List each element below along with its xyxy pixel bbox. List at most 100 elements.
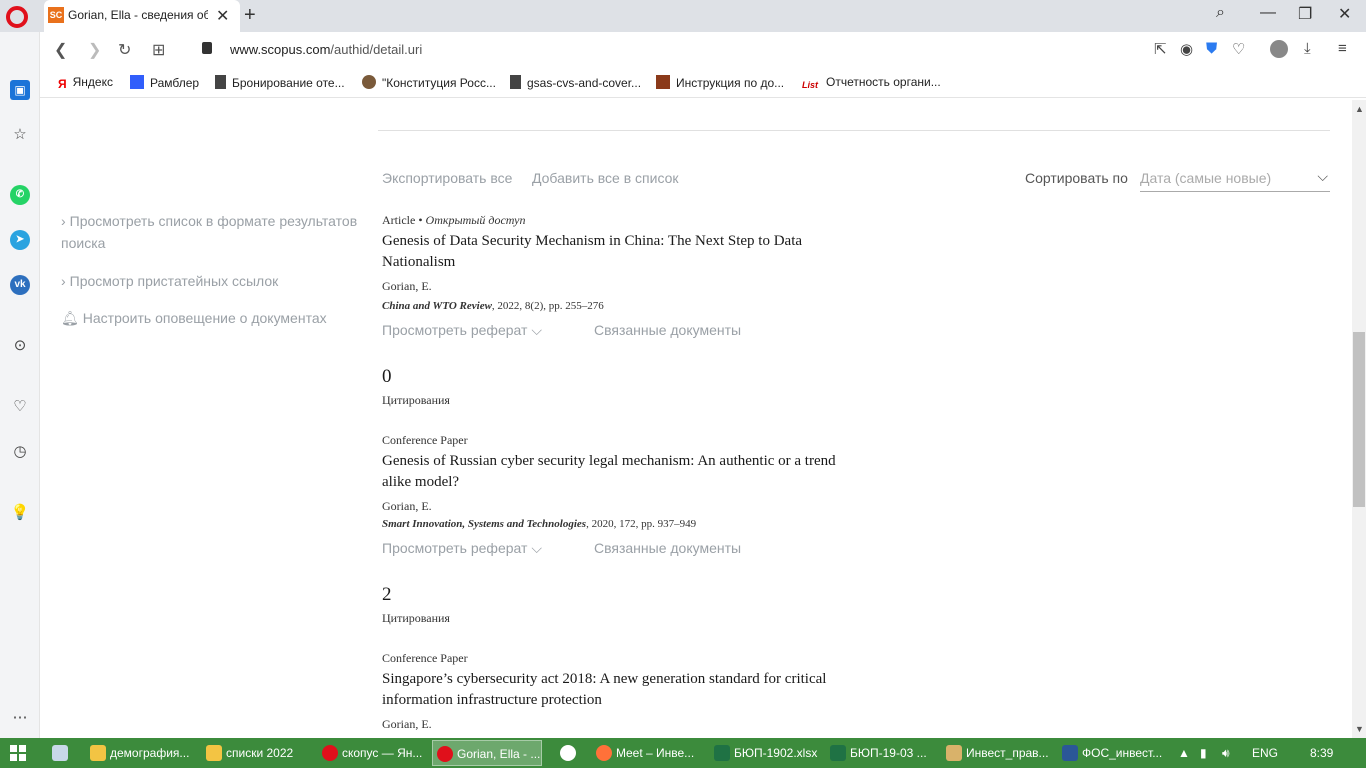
menu-icon[interactable]: ≡ <box>1338 40 1347 57</box>
url-field[interactable]: www.scopus.com/authid/detail.uri <box>230 42 422 57</box>
whatsapp-icon[interactable]: ✆ <box>10 185 30 205</box>
chevron-down-icon: ⌵ <box>1317 168 1328 184</box>
view-abstract-label: Просмотреть реферат <box>382 322 528 338</box>
chevron-down-icon: ⌵ <box>531 322 542 338</box>
page-scrollbar[interactable]: ▲ ▼ <box>1352 100 1366 738</box>
lock-icon[interactable] <box>202 42 212 54</box>
history-clock-icon[interactable]: ◷ <box>10 442 30 462</box>
taskbar-item[interactable]: Инвест_прав... <box>942 740 1050 766</box>
doc-title[interactable]: Genesis of Data Security Mechanism in Ch… <box>382 231 842 273</box>
battery-icon[interactable]: ▮ <box>1200 746 1207 760</box>
listorg-icon: List <box>802 80 819 90</box>
doc-title[interactable]: Genesis of Russian cyber security legal … <box>382 451 842 493</box>
related-documents-link[interactable]: Связанные документы <box>594 322 741 338</box>
taskbar-item[interactable]: скопус — Ян... <box>318 740 424 766</box>
reload-button[interactable]: ↻ <box>118 40 131 60</box>
opera-menu-icon[interactable] <box>6 6 28 28</box>
search-tabs-icon[interactable]: ⌕ <box>1216 4 1225 22</box>
bookmark-gsas[interactable]: gsas-cvs-and-cover... <box>510 75 641 90</box>
workspace-icon[interactable]: ▣ <box>10 80 30 100</box>
url-domain: www.scopus.com <box>230 42 331 57</box>
bookmark-label: Яндекс <box>72 75 113 89</box>
windows-start-icon[interactable] <box>10 745 26 761</box>
view-as-search-results-link[interactable]: › Просмотреть список в формате результато… <box>61 210 371 254</box>
related-documents-link[interactable]: Связанные документы <box>594 540 741 556</box>
heart-icon[interactable]: ♡ <box>10 397 30 417</box>
taskbar-item[interactable]: демография... <box>86 740 192 766</box>
vk-icon[interactable]: vk <box>10 275 30 295</box>
bookmark-yandex[interactable]: Я Яндекс <box>58 75 113 91</box>
bell-icon: 🔔︎ <box>61 310 79 326</box>
language-indicator[interactable]: ENG <box>1252 746 1278 760</box>
bookmark-rambler[interactable]: Рамблер <box>130 75 199 90</box>
scroll-thumb[interactable] <box>1353 332 1365 507</box>
taskbar-item[interactable]: БЮП-19-03 ... <box>826 740 934 766</box>
view-abstract-button[interactable]: Просмотреть реферат ⌵ <box>382 540 542 557</box>
opera-icon <box>437 746 453 762</box>
doc-author[interactable]: Gorian, E. <box>382 717 432 732</box>
shield-icon[interactable]: ⛊ <box>1206 40 1217 57</box>
doc-journal[interactable]: China and WTO Review <box>382 300 492 312</box>
bookmarks-bar: Я Яндекс Рамблер Бронирование оте... "Кон… <box>40 68 1366 98</box>
browser-tab-active[interactable]: SC Gorian, Ella - сведения об ✕ <box>44 0 240 32</box>
bookmark-booking[interactable]: Бронирование оте... <box>215 75 345 90</box>
back-button[interactable]: ❮ <box>54 40 67 60</box>
rambler-icon <box>130 75 144 89</box>
doc-journal[interactable]: Smart Innovation, Systems and Technologi… <box>382 518 586 530</box>
taskbar-item[interactable]: Meet – Инве... <box>592 740 702 766</box>
doc-author[interactable]: Gorian, E. <box>382 279 432 294</box>
instruction-icon <box>656 75 670 89</box>
calculator-icon[interactable] <box>48 740 74 766</box>
download-icon[interactable]: ⤓ <box>1304 40 1311 57</box>
new-tab-button[interactable]: + <box>244 4 256 27</box>
more-icon[interactable]: ⋯ <box>10 708 30 728</box>
profile-avatar-icon[interactable] <box>1270 40 1288 58</box>
doc-type: Conference Paper <box>382 433 468 447</box>
camera-icon[interactable]: ◉ <box>1180 40 1193 58</box>
opera-icon <box>322 745 338 761</box>
minimize-button[interactable]: — <box>1260 4 1276 22</box>
export-all-link[interactable]: Экспортировать все <box>382 170 512 186</box>
yandex-browser-icon[interactable] <box>556 740 582 766</box>
bookmark-label: Отчетность органи... <box>826 75 941 89</box>
taskbar-item-label: БЮП-1902.xlsx <box>734 746 818 760</box>
volume-icon[interactable]: 🔊︎ <box>1222 746 1230 761</box>
taskbar-item[interactable]: БЮП-1902.xlsx <box>710 740 820 766</box>
speed-dial-icon[interactable]: ⊞ <box>152 40 165 60</box>
close-window-button[interactable]: ✕ <box>1338 4 1351 24</box>
bookmark-instruction[interactable]: Инструкция по до... <box>656 75 784 90</box>
close-tab-icon[interactable]: ✕ <box>216 6 229 26</box>
share-icon[interactable]: ⇱ <box>1154 40 1167 58</box>
open-access-badge: Открытый доступ <box>425 213 526 227</box>
star-icon[interactable]: ☆ <box>10 125 30 145</box>
taskbar-item-label: скопус — Ян... <box>342 746 423 760</box>
heart-icon[interactable]: ♡ <box>1232 40 1245 58</box>
clock[interactable]: 8:39 <box>1310 746 1333 760</box>
scroll-down-icon[interactable]: ▼ <box>1355 724 1364 734</box>
page-icon <box>510 75 521 89</box>
bookmark-constitution[interactable]: "Конституция Росс... <box>362 75 496 90</box>
taskbar-item-active[interactable]: Gorian, Ella - ... <box>432 740 542 766</box>
telegram-icon[interactable]: ➤ <box>10 230 30 250</box>
restore-button[interactable]: ❐ <box>1298 4 1312 24</box>
sort-select[interactable]: Дата (самые новые) ⌵ <box>1140 168 1330 192</box>
tab-bar: SC Gorian, Ella - сведения об ✕ + ⌕ — ❐ … <box>0 0 1366 32</box>
tray-arrow-icon[interactable]: ▲ <box>1178 746 1190 760</box>
taskbar-item[interactable]: списки 2022 <box>202 740 308 766</box>
view-abstract-button[interactable]: Просмотреть реферат ⌵ <box>382 322 542 339</box>
forward-button[interactable]: ❯ <box>88 40 101 60</box>
citations-count: 0 <box>382 366 392 387</box>
player-icon[interactable]: ⊙ <box>10 336 30 356</box>
taskbar-item[interactable]: ФОС_инвест... <box>1058 740 1166 766</box>
sort-value: Дата (самые новые) <box>1140 170 1272 186</box>
doc-source: Smart Innovation, Systems and Technologi… <box>382 518 696 530</box>
document-alert-link[interactable]: 🔔︎ Настроить оповещение о документах <box>61 307 327 329</box>
doc-title[interactable]: Singapore’s cybersecurity act 2018: A ne… <box>382 669 842 711</box>
folder-icon <box>206 745 222 761</box>
scroll-up-icon[interactable]: ▲ <box>1355 104 1364 114</box>
add-all-to-list-link[interactable]: Добавить все в список <box>532 170 679 186</box>
doc-author[interactable]: Gorian, E. <box>382 499 432 514</box>
bookmark-reports[interactable]: List Отчетность органи... <box>802 75 941 94</box>
bulb-icon[interactable]: 💡 <box>10 503 30 523</box>
view-references-link[interactable]: › Просмотр пристатейных ссылок <box>61 270 278 292</box>
